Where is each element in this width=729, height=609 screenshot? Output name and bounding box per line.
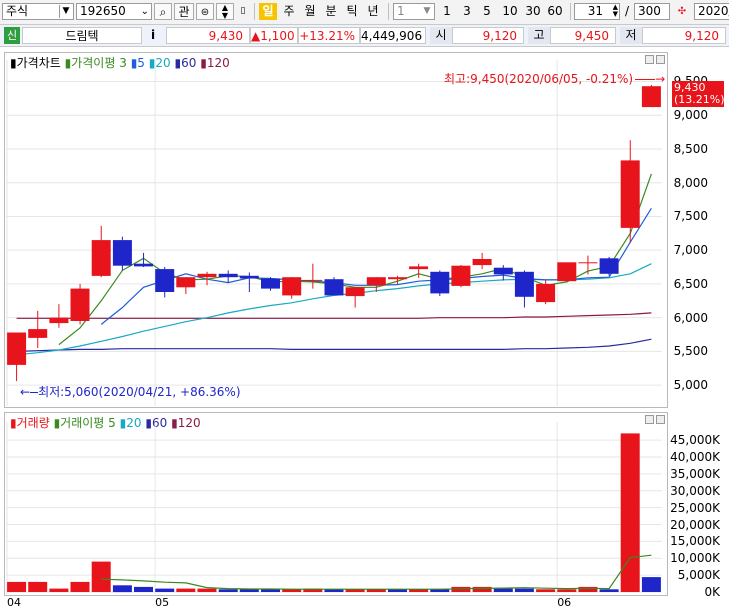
price-y-tick: 9,000 xyxy=(673,108,708,123)
volume-bar xyxy=(493,588,513,592)
x-tick: 06 xyxy=(557,596,572,609)
volume-bar xyxy=(134,586,153,592)
x-tick: 04 xyxy=(7,596,21,609)
ma3-line xyxy=(58,173,652,346)
volume-bar xyxy=(641,577,661,592)
candle-body xyxy=(514,271,534,297)
volume-bar xyxy=(218,589,238,592)
volume-bar xyxy=(261,589,280,592)
x-tick: 05 xyxy=(155,596,170,609)
volume-bar xyxy=(557,589,577,592)
candle-body xyxy=(409,266,429,270)
volume-y-tick: 20,000K xyxy=(670,517,720,532)
candle-body xyxy=(197,273,217,278)
price-y-tick: 5,500 xyxy=(673,344,708,359)
volume-bar xyxy=(70,581,90,592)
volume-bar xyxy=(536,589,556,592)
volume-bar xyxy=(49,588,69,592)
volume-bar xyxy=(239,589,259,592)
candle-body xyxy=(282,277,302,296)
price-y-tick: 6,000 xyxy=(673,310,708,325)
candle-body xyxy=(493,267,513,275)
volume-y-tick: 0K xyxy=(704,585,720,599)
candle-body xyxy=(28,329,48,338)
candle-body xyxy=(366,277,386,286)
last-price-tag: 9,430 (13.21%) xyxy=(672,81,725,107)
candle-body xyxy=(536,283,556,303)
candle-body xyxy=(472,259,492,266)
candle-body xyxy=(641,86,661,108)
volume-bar xyxy=(599,589,619,592)
volume-bar xyxy=(7,581,27,592)
volume-bar xyxy=(197,588,217,592)
high-annotation: 최고:9,450(2020/06/05, -0.21%) → xyxy=(444,72,666,86)
candle-body xyxy=(345,287,365,297)
candle-body xyxy=(430,271,450,294)
volume-y-tick: 10,000K xyxy=(670,551,720,566)
volume-bar xyxy=(578,586,598,592)
candle-body xyxy=(7,332,27,365)
volume-bar xyxy=(472,586,492,592)
candle-body xyxy=(451,265,471,286)
volume-y-tick: 45,000K xyxy=(670,433,720,448)
price-y-tick: 7,500 xyxy=(673,209,708,224)
candle-body xyxy=(261,278,280,289)
candle-body xyxy=(324,279,344,296)
volume-y-tick: 5,000K xyxy=(677,568,720,583)
candle-body xyxy=(578,262,598,264)
volume-bar xyxy=(91,561,111,592)
volume-bar xyxy=(155,588,175,592)
volume-y-tick: 30,000K xyxy=(670,483,720,498)
candle-body xyxy=(218,273,238,278)
volume-y-tick: 40,000K xyxy=(670,450,720,464)
candle-body xyxy=(155,269,175,292)
volume-bar xyxy=(112,585,132,593)
candle-body xyxy=(176,277,196,288)
volume-y-tick: 35,000K xyxy=(670,466,720,481)
candle-body xyxy=(599,258,619,274)
price-y-tick: 8,500 xyxy=(673,141,708,156)
candle-body xyxy=(388,277,407,280)
volume-bar xyxy=(176,588,196,592)
price-y-tick: 8,000 xyxy=(673,175,708,190)
candle-body xyxy=(49,317,69,324)
volume-y-tick: 25,000K xyxy=(670,500,720,515)
candle-body xyxy=(239,275,259,279)
volume-ma5-line xyxy=(101,554,652,590)
candle-body xyxy=(70,288,90,321)
volume-bar xyxy=(28,581,48,592)
low-annotation: ← 최저:5,060(2020/04/21, +86.36%) xyxy=(20,385,241,399)
price-y-tick: 5,000 xyxy=(673,378,708,393)
price-y-tick: 6,500 xyxy=(673,276,708,291)
candle-body xyxy=(620,160,640,228)
chart-canvas[interactable] xyxy=(0,0,729,608)
candle-body xyxy=(91,240,111,276)
price-y-tick: 7,000 xyxy=(673,243,708,258)
ma60-line xyxy=(16,338,652,352)
candle-body xyxy=(112,240,132,266)
candle-body xyxy=(303,279,323,281)
candle-body xyxy=(134,263,153,267)
volume-y-tick: 15,000K xyxy=(670,534,720,549)
last-price-pct: (13.21%) xyxy=(674,93,725,106)
volume-bar xyxy=(514,588,534,592)
candle-body xyxy=(557,262,577,282)
